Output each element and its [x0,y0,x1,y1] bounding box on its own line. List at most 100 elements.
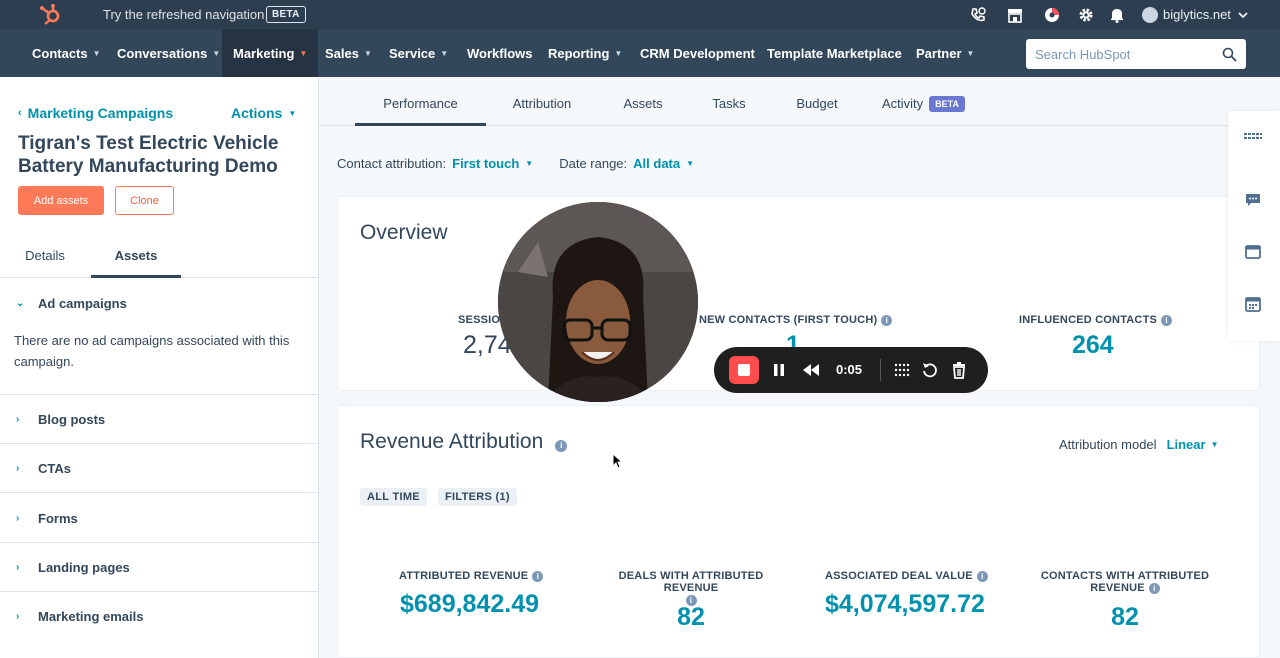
trash-icon[interactable] [949,360,969,380]
beta-badge: BETA [929,96,966,112]
section-toggle-ad-campaigns[interactable]: ⌄ Ad campaigns [16,296,127,311]
nav-contacts[interactable]: Contacts ▼ [21,29,112,77]
calendar-icon[interactable] [1243,294,1263,314]
nav-template-marketplace[interactable]: Template Marketplace [756,29,913,77]
chevron-down-icon [1238,11,1248,18]
rewind-icon[interactable] [801,360,821,380]
section-ad-campaigns: ⌄ Ad campaigns There are no ad campaigns… [0,278,318,395]
chevron-right-icon: › [16,562,20,573]
pause-icon[interactable] [769,360,789,380]
right-tools-rail [1228,111,1280,341]
sidebar-tabs: Details Assets [0,237,318,278]
all-time-filter[interactable]: ALL TIME [360,488,427,506]
tab-activity[interactable]: Activity BETA [882,77,986,126]
presenter-video-frame [498,202,698,402]
info-icon[interactable]: i [881,315,893,326]
tab-tasks[interactable]: Tasks [704,77,754,126]
chevron-down-icon: ▼ [288,108,297,118]
back-to-marketing-campaigns-link[interactable]: ‹ Marketing Campaigns [18,105,173,121]
date-range-dropdown[interactable]: All data [633,156,680,171]
toolbar-divider [880,359,881,381]
contacts-attributed-revenue-value[interactable]: 82 [1034,603,1216,632]
chevron-down-icon: ⌄ [16,298,25,309]
help-icon[interactable] [1043,6,1061,24]
stop-recording-button[interactable] [729,356,759,384]
revenue-attribution-title: Revenue Attribution i [360,430,568,454]
nav-conversations[interactable]: Conversations ▼ [106,29,231,77]
tab-details[interactable]: Details [14,237,76,278]
gear-icon[interactable] [1077,6,1095,24]
tab-performance[interactable]: Performance [355,77,486,126]
associated-deal-value[interactable]: $4,074,597.72 [825,590,985,619]
info-icon[interactable]: i [532,571,544,582]
associated-deal-value-label: ASSOCIATED DEAL VALUE i [825,570,988,582]
chevron-right-icon: › [16,513,20,524]
attribution-model-label: Attribution model [1059,437,1157,452]
section-toggle-marketing-emails[interactable]: › Marketing emails [16,609,144,624]
section-toggle-blog-posts[interactable]: › Blog posts [16,412,105,427]
chevron-down-icon: ▼ [686,159,695,168]
nav-crm-development[interactable]: CRM Development [629,29,766,77]
tab-attribution[interactable]: Attribution [502,77,582,126]
campaign-sidebar: ‹ Marketing Campaigns Actions ▼ Tigran's… [0,77,319,658]
empty-state-text: There are no ad campaigns associated wit… [14,333,290,369]
search-input[interactable]: Search HubSpot [1026,39,1246,69]
info-icon[interactable]: i [555,440,568,452]
hubspot-logo-icon[interactable] [38,3,62,25]
clone-button[interactable]: Clone [115,186,174,215]
avatar [1142,6,1158,23]
contact-attribution-label: Contact attribution: [337,156,447,171]
restart-icon[interactable] [920,360,940,380]
section-toggle-forms[interactable]: › Forms [16,511,78,526]
section-toggle-ctas[interactable]: › CTAs [16,461,71,476]
tab-budget[interactable]: Budget [787,77,847,126]
nav-workflows[interactable]: Workflows [456,29,544,77]
dot-grid-icon[interactable] [892,360,912,380]
influenced-contacts-value[interactable]: 264 [1072,331,1114,360]
window-icon[interactable] [1243,242,1263,262]
webcam-bubble[interactable] [498,202,698,402]
chevron-right-icon: › [16,463,20,474]
search-icon[interactable] [1222,47,1237,62]
sessions-label: SESSIO [458,314,501,326]
bell-icon[interactable] [1108,6,1126,24]
beta-badge: BETA [266,6,306,23]
nav-partner[interactable]: Partner ▼ [905,29,985,77]
account-name: biglytics.net [1163,7,1231,22]
calling-icon[interactable] [969,6,987,24]
section-forms[interactable]: › Forms [0,493,318,543]
new-contacts-label: NEW CONTACTS (FIRST TOUCH) i [699,314,893,326]
grid-icon[interactable] [1243,126,1263,146]
try-refreshed-navigation-link[interactable]: Try the refreshed navigation [103,7,264,22]
tab-assets-main[interactable]: Assets [615,77,671,126]
account-menu[interactable]: biglytics.net [1142,5,1250,24]
section-toggle-landing-pages[interactable]: › Landing pages [16,560,130,575]
nav-reporting[interactable]: Reporting ▼ [537,29,633,77]
contact-attribution-dropdown[interactable]: First touch [452,156,519,171]
screen-recorder-toolbar: 0:05 [714,347,988,393]
marketplace-icon[interactable] [1006,6,1024,24]
chevron-down-icon: ▼ [1210,440,1219,449]
section-landing-pages[interactable]: › Landing pages [0,543,318,592]
section-marketing-emails[interactable]: › Marketing emails [0,592,318,658]
attribution-model-dropdown[interactable]: Linear [1167,437,1206,452]
nav-service[interactable]: Service ▼ [378,29,459,77]
info-icon[interactable]: i [1148,583,1160,594]
deals-attributed-revenue-value[interactable]: 82 [590,603,792,632]
add-assets-button[interactable]: Add assets [18,186,104,215]
tab-assets[interactable]: Assets [91,237,181,278]
contacts-attributed-revenue-label: CONTACTS WITH ATTRIBUTED REVENUE i [1040,570,1210,594]
section-blog-posts[interactable]: › Blog posts [0,395,318,444]
chevron-right-icon: › [16,414,20,425]
section-ctas[interactable]: › CTAs [0,444,318,493]
nav-marketing[interactable]: Marketing ▼ [222,29,319,77]
info-icon[interactable]: i [1161,315,1173,326]
attributed-revenue-value[interactable]: $689,842.49 [400,590,539,619]
attributed-revenue-label: ATTRIBUTED REVENUE i [399,570,544,582]
nav-sales[interactable]: Sales ▼ [314,29,383,77]
filters-button[interactable]: FILTERS (1) [438,488,517,506]
chat-icon[interactable] [1243,190,1263,210]
actions-dropdown[interactable]: Actions ▼ [231,105,296,121]
overview-title: Overview [360,221,448,244]
info-icon[interactable]: i [976,571,988,582]
